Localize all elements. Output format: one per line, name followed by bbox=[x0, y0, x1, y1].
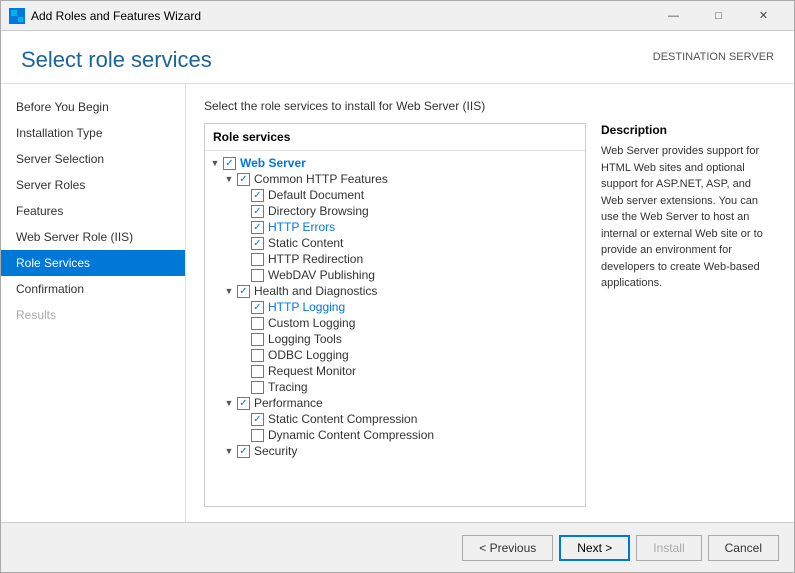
tree-item-static-compression[interactable]: ✓ Static Content Compression bbox=[205, 411, 585, 427]
sidebar-item-server-selection[interactable]: Server Selection bbox=[1, 146, 185, 172]
checkbox-http-redirect[interactable] bbox=[251, 253, 264, 266]
expand-icon-security[interactable]: ▼ bbox=[223, 445, 235, 457]
checkbox-static-compression[interactable]: ✓ bbox=[251, 413, 264, 426]
sidebar-item-features[interactable]: Features bbox=[1, 198, 185, 224]
expand-icon-performance[interactable]: ▼ bbox=[223, 397, 235, 409]
tree-item-webdav[interactable]: WebDAV Publishing bbox=[205, 267, 585, 283]
label-static-content: Static Content bbox=[268, 236, 343, 250]
main-window: Add Roles and Features Wizard — □ ✕ Sele… bbox=[0, 0, 795, 573]
page-header: Select role services DESTINATION SERVER bbox=[1, 31, 794, 84]
label-common-http: Common HTTP Features bbox=[254, 172, 388, 186]
description-panel: Description Web Server provides support … bbox=[601, 123, 776, 507]
checkbox-webdav[interactable] bbox=[251, 269, 264, 282]
checkbox-dynamic-compression[interactable] bbox=[251, 429, 264, 442]
tree-item-health-diag[interactable]: ▼ ✓ Health and Diagnostics bbox=[205, 283, 585, 299]
checkbox-http-errors[interactable]: ✓ bbox=[251, 221, 264, 234]
sidebar-item-server-roles[interactable]: Server Roles bbox=[1, 172, 185, 198]
label-http-logging: HTTP Logging bbox=[268, 300, 345, 314]
checkbox-default-doc[interactable]: ✓ bbox=[251, 189, 264, 202]
tree-item-logging-tools[interactable]: Logging Tools bbox=[205, 331, 585, 347]
sidebar-item-installation-type[interactable]: Installation Type bbox=[1, 120, 185, 146]
tree-item-odbc-logging[interactable]: ODBC Logging bbox=[205, 347, 585, 363]
sidebar-item-results[interactable]: Results bbox=[1, 302, 185, 328]
checkbox-custom-logging[interactable] bbox=[251, 317, 264, 330]
maximize-button[interactable]: □ bbox=[696, 1, 741, 31]
window-controls: — □ ✕ bbox=[651, 1, 786, 31]
label-static-compression: Static Content Compression bbox=[268, 412, 417, 426]
destination-server-label: DESTINATION SERVER bbox=[653, 51, 774, 63]
sidebar-item-web-server-role[interactable]: Web Server Role (IIS) bbox=[1, 224, 185, 250]
tree-item-security[interactable]: ▼ ✓ Security bbox=[205, 443, 585, 459]
role-services-header: Role services bbox=[205, 124, 585, 151]
checkbox-web-server[interactable]: ✓ bbox=[223, 157, 236, 170]
checkbox-performance[interactable]: ✓ bbox=[237, 397, 250, 410]
tree-item-http-redirect[interactable]: HTTP Redirection bbox=[205, 251, 585, 267]
title-bar: Add Roles and Features Wizard — □ ✕ bbox=[1, 1, 794, 31]
label-http-errors: HTTP Errors bbox=[268, 220, 335, 234]
role-services-panel: Role services ▼ ✓ Web Server ▼ bbox=[204, 123, 586, 507]
label-tracing: Tracing bbox=[268, 380, 308, 394]
window-title: Add Roles and Features Wizard bbox=[31, 9, 651, 23]
checkbox-health-diag[interactable]: ✓ bbox=[237, 285, 250, 298]
label-dir-browse: Directory Browsing bbox=[268, 204, 369, 218]
label-http-redirect: HTTP Redirection bbox=[268, 252, 363, 266]
two-column-area: Role services ▼ ✓ Web Server ▼ bbox=[204, 123, 776, 507]
tree-item-default-doc[interactable]: ✓ Default Document bbox=[205, 187, 585, 203]
app-icon bbox=[9, 8, 25, 24]
label-performance: Performance bbox=[254, 396, 323, 410]
sidebar-item-before-you-begin[interactable]: Before You Begin bbox=[1, 94, 185, 120]
expand-icon-health-diag[interactable]: ▼ bbox=[223, 285, 235, 297]
expand-icon-web-server[interactable]: ▼ bbox=[209, 157, 221, 169]
checkbox-dir-browse[interactable]: ✓ bbox=[251, 205, 264, 218]
tree-item-http-logging[interactable]: ✓ HTTP Logging bbox=[205, 299, 585, 315]
checkbox-static-content[interactable]: ✓ bbox=[251, 237, 264, 250]
label-odbc-logging: ODBC Logging bbox=[268, 348, 349, 362]
sidebar-item-confirmation[interactable]: Confirmation bbox=[1, 276, 185, 302]
tree-item-tracing[interactable]: Tracing bbox=[205, 379, 585, 395]
role-services-list[interactable]: ▼ ✓ Web Server ▼ ✓ Common HTTP Features bbox=[205, 151, 585, 506]
previous-button[interactable]: < Previous bbox=[462, 535, 553, 561]
tree-item-dynamic-compression[interactable]: Dynamic Content Compression bbox=[205, 427, 585, 443]
label-default-doc: Default Document bbox=[268, 188, 364, 202]
tree-item-static-content[interactable]: ✓ Static Content bbox=[205, 235, 585, 251]
label-request-monitor: Request Monitor bbox=[268, 364, 356, 378]
checkbox-security[interactable]: ✓ bbox=[237, 445, 250, 458]
checkbox-odbc-logging[interactable] bbox=[251, 349, 264, 362]
label-webdav: WebDAV Publishing bbox=[268, 268, 375, 282]
label-dynamic-compression: Dynamic Content Compression bbox=[268, 428, 434, 442]
content-panel: Select the role services to install for … bbox=[186, 84, 794, 522]
expand-icon-common-http[interactable]: ▼ bbox=[223, 173, 235, 185]
tree-item-common-http[interactable]: ▼ ✓ Common HTTP Features bbox=[205, 171, 585, 187]
install-button[interactable]: Install bbox=[636, 535, 701, 561]
checkbox-common-http[interactable]: ✓ bbox=[237, 173, 250, 186]
sidebar-item-role-services[interactable]: Role Services bbox=[1, 250, 185, 276]
tree-item-request-monitor[interactable]: Request Monitor bbox=[205, 363, 585, 379]
label-custom-logging: Custom Logging bbox=[268, 316, 355, 330]
cancel-button[interactable]: Cancel bbox=[708, 535, 779, 561]
close-button[interactable]: ✕ bbox=[741, 1, 786, 31]
description-text: Web Server provides support for HTML Web… bbox=[601, 143, 776, 292]
description-title: Description bbox=[601, 123, 776, 137]
minimize-button[interactable]: — bbox=[651, 1, 696, 31]
footer: < Previous Next > Install Cancel bbox=[1, 522, 794, 572]
tree-item-performance[interactable]: ▼ ✓ Performance bbox=[205, 395, 585, 411]
checkbox-http-logging[interactable]: ✓ bbox=[251, 301, 264, 314]
instruction-text: Select the role services to install for … bbox=[204, 99, 776, 113]
checkbox-tracing[interactable] bbox=[251, 381, 264, 394]
checkbox-request-monitor[interactable] bbox=[251, 365, 264, 378]
label-web-server: Web Server bbox=[240, 156, 306, 170]
next-button[interactable]: Next > bbox=[559, 535, 630, 561]
page-title: Select role services bbox=[21, 47, 212, 73]
label-logging-tools: Logging Tools bbox=[268, 332, 342, 346]
checkbox-logging-tools[interactable] bbox=[251, 333, 264, 346]
label-security: Security bbox=[254, 444, 297, 458]
tree-item-web-server[interactable]: ▼ ✓ Web Server bbox=[205, 155, 585, 171]
tree-item-http-errors[interactable]: ✓ HTTP Errors bbox=[205, 219, 585, 235]
tree-item-dir-browse[interactable]: ✓ Directory Browsing bbox=[205, 203, 585, 219]
content-area: Select role services DESTINATION SERVER … bbox=[1, 31, 794, 572]
tree-item-custom-logging[interactable]: Custom Logging bbox=[205, 315, 585, 331]
label-health-diag: Health and Diagnostics bbox=[254, 284, 377, 298]
main-area: Before You Begin Installation Type Serve… bbox=[1, 84, 794, 522]
sidebar: Before You Begin Installation Type Serve… bbox=[1, 84, 186, 522]
